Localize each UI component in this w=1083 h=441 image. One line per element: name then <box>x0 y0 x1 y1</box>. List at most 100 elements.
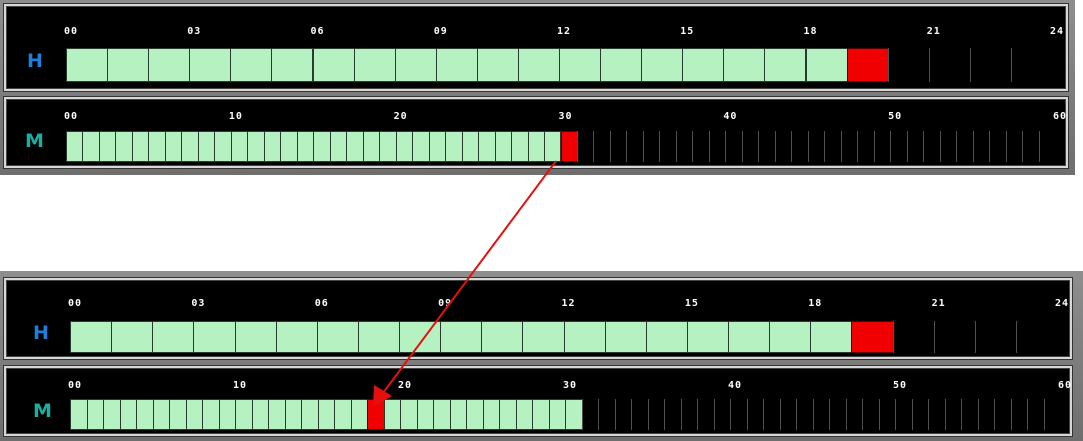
filled-segment <box>268 399 286 430</box>
filled-segment <box>181 131 199 162</box>
empty-segment <box>887 48 929 82</box>
empty-segment <box>796 399 813 430</box>
filled-segment <box>197 131 216 162</box>
current-segment <box>560 131 578 162</box>
tick-label: 60 <box>1053 111 1068 122</box>
filled-segment <box>329 131 348 162</box>
empty-segment <box>631 399 648 430</box>
tick-label: 09 <box>438 298 453 309</box>
empty-segment <box>758 131 774 162</box>
tick-label: 30 <box>563 380 578 391</box>
tick-label: 06 <box>314 298 329 309</box>
filled-segment <box>152 399 170 430</box>
empty-segment <box>680 399 698 430</box>
filled-segment <box>600 48 643 82</box>
empty-segment <box>807 131 824 162</box>
current-segment <box>851 321 894 353</box>
hours-letter: H <box>27 50 43 72</box>
filled-segment <box>544 131 562 162</box>
filled-segment <box>515 399 533 430</box>
tick-label: 10 <box>233 380 248 391</box>
filled-segment <box>478 131 496 162</box>
tick-label: 06 <box>310 26 325 37</box>
filled-segment <box>82 131 100 162</box>
tick-label: 50 <box>888 111 903 122</box>
filled-segment <box>728 321 771 353</box>
empty-segment <box>626 131 642 162</box>
empty-segment <box>576 131 593 162</box>
filled-segment <box>416 399 434 430</box>
filled-segment <box>70 321 113 353</box>
filled-segment <box>522 321 565 353</box>
minutes-bar-before: M 00 10 20 30 40 50 60 <box>4 97 1068 168</box>
empty-segment <box>642 131 659 162</box>
filled-segment <box>235 399 253 430</box>
tick-label: 00 <box>64 26 79 37</box>
empty-segment <box>708 131 725 162</box>
filled-segment <box>115 131 133 162</box>
empty-segment <box>857 131 873 162</box>
empty-segment <box>977 399 995 430</box>
filled-segment <box>412 131 430 162</box>
filled-segment <box>107 48 150 82</box>
filled-segment <box>686 321 729 353</box>
empty-segment <box>878 399 896 430</box>
filled-segment <box>435 48 478 82</box>
tick-label: 00 <box>68 380 83 391</box>
empty-segment <box>994 399 1011 430</box>
current-segment <box>846 48 889 82</box>
empty-segment <box>1022 131 1038 162</box>
filled-segment <box>604 321 647 353</box>
empty-segment <box>961 399 978 430</box>
filled-segment <box>316 321 359 353</box>
filled-segment <box>263 131 282 162</box>
empty-segment <box>593 131 609 162</box>
tick-label: 18 <box>803 26 818 37</box>
filled-segment <box>98 131 117 162</box>
filled-segment <box>517 48 560 82</box>
empty-segment <box>890 131 906 162</box>
empty-segment <box>725 131 741 162</box>
filled-segment <box>111 321 154 353</box>
filled-segment <box>284 399 302 430</box>
filled-segment <box>317 399 335 430</box>
clock-panel-after: H 00 03 06 09 12 15 18 21 24 M 00 10 20 30 40 50 60 <box>0 271 1083 441</box>
empty-segment <box>829 399 846 430</box>
empty-segment <box>840 131 857 162</box>
filled-segment <box>461 131 480 162</box>
empty-segment <box>730 399 747 430</box>
empty-segment <box>774 131 791 162</box>
filled-segment <box>66 48 109 82</box>
hours-bar-before: H 00 03 06 09 12 15 18 21 24 <box>4 4 1068 91</box>
empty-segment <box>779 399 797 430</box>
empty-segment <box>1005 131 1022 162</box>
filled-segment <box>357 321 400 353</box>
empty-segment <box>713 399 731 430</box>
empty-segment <box>664 399 681 430</box>
filled-segment <box>193 321 236 353</box>
empty-segment <box>873 131 890 162</box>
filled-segment <box>230 131 249 162</box>
filled-segment <box>70 399 88 430</box>
filled-segment <box>334 399 352 430</box>
filled-segment <box>482 399 500 430</box>
filled-segment <box>280 131 298 162</box>
empty-segment <box>845 399 863 430</box>
filled-segment <box>440 321 483 353</box>
empty-segment <box>1038 131 1055 162</box>
empty-segment <box>911 399 929 430</box>
empty-segment <box>972 131 989 162</box>
filled-segment <box>275 321 318 353</box>
minutes-bar-after: M 00 10 20 30 40 50 60 <box>4 366 1072 436</box>
empty-segment <box>923 131 939 162</box>
empty-segment <box>1010 399 1028 430</box>
filled-segment <box>466 399 484 430</box>
empty-segment <box>692 131 708 162</box>
empty-segment <box>928 399 945 430</box>
filled-segment <box>353 48 396 82</box>
filled-segment <box>445 131 463 162</box>
empty-segment <box>647 399 665 430</box>
tick-label: 60 <box>1058 380 1073 391</box>
filled-segment <box>230 48 273 82</box>
empty-segment <box>928 48 970 82</box>
